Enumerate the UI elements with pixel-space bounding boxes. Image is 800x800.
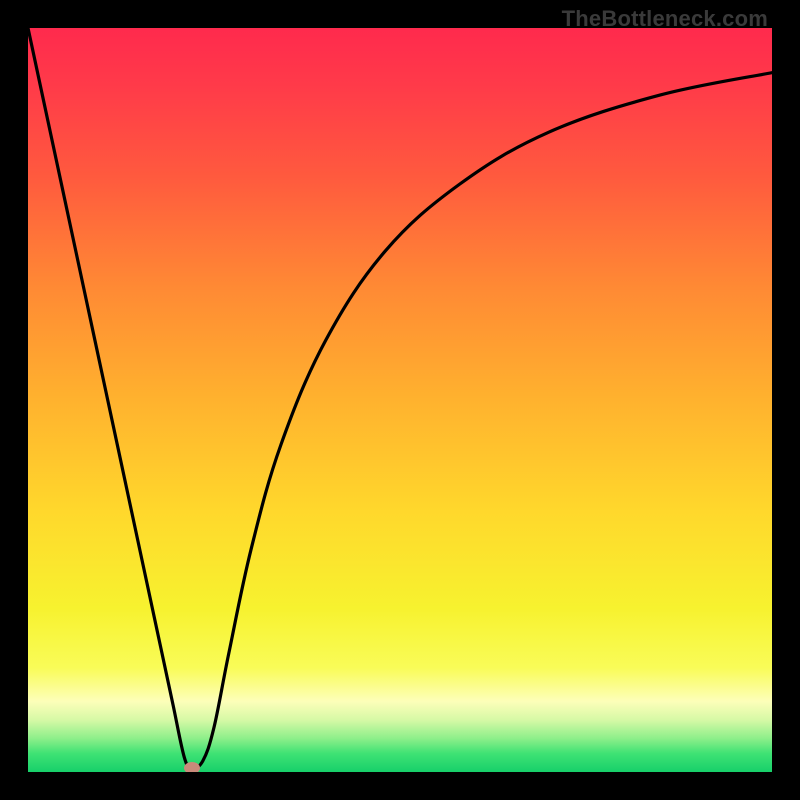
chart-frame: TheBottleneck.com (0, 0, 800, 800)
bottleneck-curve (28, 28, 772, 772)
plot-area (28, 28, 772, 772)
optimal-point-marker (184, 762, 200, 772)
watermark-label: TheBottleneck.com (562, 6, 768, 32)
